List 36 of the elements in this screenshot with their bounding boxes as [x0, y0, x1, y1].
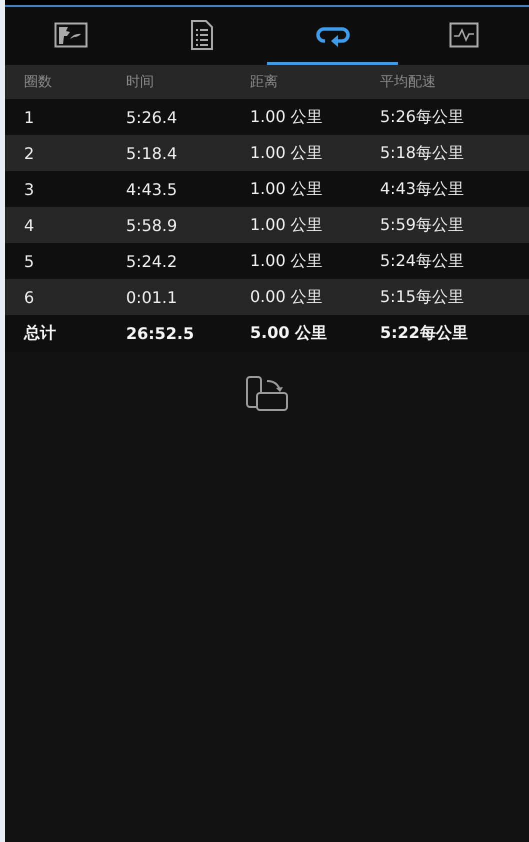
map-icon	[54, 22, 88, 48]
total-cell-text: 总计	[24, 322, 57, 344]
table-cell-text: 5:18每公里	[380, 142, 465, 164]
column-header: 平均配速	[380, 73, 437, 91]
table-cell-text: 4	[24, 216, 36, 234]
rotate-screen-icon[interactable]	[245, 375, 289, 413]
table-cell-text: 1.00 公里	[250, 178, 324, 200]
table-cell-text: 2	[24, 144, 36, 162]
activity-chart-icon	[448, 22, 478, 48]
table-cell-text: 5:26.4	[126, 108, 178, 126]
document-list-icon	[190, 20, 214, 50]
table-cell-text: 1.00 公里	[250, 142, 324, 164]
table-cell-text: 1.00 公里	[250, 250, 324, 272]
table-cell-text: 5:15每公里	[380, 286, 465, 308]
table-cell-text: 1.00 公里	[250, 214, 324, 236]
table-cell-text: 0.00 公里	[250, 286, 324, 308]
table-cell-text: 5:58.9	[126, 216, 178, 234]
table-cell-text: 1.00 公里	[250, 106, 324, 128]
table-cell-text: 5:24每公里	[380, 250, 465, 272]
table-cell-text: 5:59每公里	[380, 214, 465, 236]
table-cell-text: 4:43每公里	[380, 178, 465, 200]
table-cell-text: 5:24.2	[126, 252, 178, 270]
total-cell-text: 5.00 公里	[250, 322, 328, 344]
total-cell-text: 26:52.5	[126, 324, 196, 342]
table-cell-text: 5:26每公里	[380, 106, 465, 128]
total-cell-text: 5:22每公里	[380, 322, 469, 344]
table-cell-text: 0:01.1	[126, 288, 178, 306]
table-cell-text: 5	[24, 252, 36, 270]
table-cell-text: 6	[24, 288, 36, 306]
column-header: 圈数	[24, 73, 53, 91]
column-header: 时间	[126, 73, 155, 91]
table-cell-text: 1	[24, 108, 36, 126]
column-header: 距离	[250, 73, 279, 91]
table-cell-text: 3	[24, 180, 36, 198]
table-cell-text: 4:43.5	[126, 180, 178, 198]
table-cell-text: 5:18.4	[126, 144, 178, 162]
